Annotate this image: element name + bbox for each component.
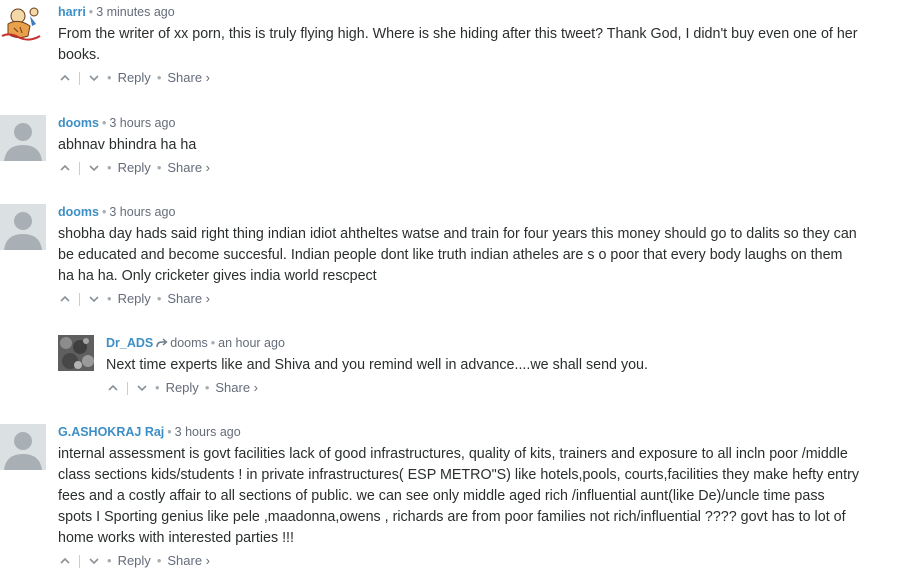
share-button[interactable]: Share ›: [167, 290, 210, 308]
comment-footer: • Reply • Share ›: [58, 290, 859, 308]
author-name[interactable]: Dr_ADS: [106, 336, 153, 350]
author-name[interactable]: dooms: [58, 205, 99, 219]
avatar[interactable]: [0, 2, 46, 48]
upvote-button[interactable]: [58, 71, 72, 85]
comment-header: dooms • 3 hours ago: [58, 114, 859, 132]
comment-footer: • Reply • Share ›: [58, 159, 859, 177]
meta-separator: •: [107, 160, 112, 175]
timestamp[interactable]: 3 hours ago: [109, 116, 175, 130]
reply-button[interactable]: Reply: [118, 290, 151, 308]
comment-footer: • Reply • Share ›: [58, 552, 859, 570]
author-name[interactable]: harri: [58, 5, 86, 19]
reply-button[interactable]: Reply: [118, 159, 151, 177]
avatar[interactable]: [0, 424, 46, 470]
meta-separator: •: [167, 425, 172, 439]
chevron-down-icon: [89, 296, 99, 303]
meta-separator: •: [107, 291, 112, 306]
timestamp[interactable]: 3 minutes ago: [96, 5, 175, 19]
timestamp[interactable]: an hour ago: [218, 336, 285, 350]
comment-header: G.ASHOKRAJ Raj • 3 hours ago: [58, 423, 859, 441]
vote-divider: [79, 161, 80, 175]
meta-separator: •: [156, 70, 162, 85]
default-user-icon: [0, 115, 46, 161]
downvote-button[interactable]: [87, 554, 101, 568]
default-user-icon: [0, 424, 46, 470]
reply-button[interactable]: Reply: [118, 552, 151, 570]
chevron-down-icon: [89, 75, 99, 82]
meta-separator: •: [107, 70, 112, 85]
meta-separator: •: [155, 380, 160, 395]
avatar[interactable]: [58, 335, 94, 371]
author-name[interactable]: dooms: [58, 116, 99, 130]
reply-to-author[interactable]: dooms: [170, 336, 208, 350]
meta-separator: •: [204, 380, 210, 395]
meta-separator: •: [156, 553, 162, 568]
chevron-up-icon: [60, 164, 70, 171]
chevron-down-icon: [137, 385, 147, 392]
chevron-up-icon: [60, 557, 70, 564]
upvote-button[interactable]: [58, 292, 72, 306]
meta-separator: •: [156, 160, 162, 175]
meta-separator: •: [101, 205, 107, 219]
share-button[interactable]: Share ›: [167, 159, 210, 177]
cartoon-avatar-icon: [0, 2, 46, 48]
chevron-up-icon: [60, 74, 70, 81]
timestamp[interactable]: 3 hours ago: [175, 425, 241, 439]
upvote-button[interactable]: [58, 554, 72, 568]
vote-divider: [79, 554, 80, 568]
comment-text: Next time experts like and Shiva and you…: [106, 357, 648, 373]
photo-avatar-icon: [58, 335, 94, 371]
meta-separator: •: [210, 336, 216, 350]
comment-header: dooms • 3 hours ago: [58, 203, 859, 221]
author-name[interactable]: G.ASHOKRAJ Raj: [58, 425, 164, 439]
meta-separator: •: [156, 291, 162, 306]
share-button[interactable]: Share ›: [167, 552, 210, 570]
chevron-down-icon: [89, 558, 99, 565]
chevron-up-icon: [60, 295, 70, 302]
upvote-button[interactable]: [106, 381, 120, 395]
comment-text: abhnav bhindra ha ha: [58, 137, 197, 153]
comment-footer: • Reply • Share ›: [106, 379, 859, 397]
avatar[interactable]: [0, 115, 46, 161]
share-button[interactable]: Share ›: [167, 69, 210, 87]
meta-separator: •: [88, 5, 94, 19]
vote-divider: [79, 292, 80, 306]
comment-text: From the writer of xx porn, this is trul…: [58, 26, 858, 63]
avatar[interactable]: [0, 204, 46, 250]
chevron-up-icon: [108, 384, 118, 391]
downvote-button[interactable]: [87, 71, 101, 85]
default-user-icon: [0, 204, 46, 250]
meta-separator: •: [107, 553, 112, 568]
vote-divider: [79, 71, 80, 85]
comment-footer: • Reply • Share ›: [58, 69, 859, 87]
downvote-button[interactable]: [87, 161, 101, 175]
vote-divider: [127, 381, 128, 395]
comment-text: internal assessment is govt facilities l…: [58, 446, 859, 546]
share-button[interactable]: Share ›: [215, 379, 258, 397]
meta-separator: •: [101, 116, 107, 130]
reply-button[interactable]: Reply: [118, 69, 151, 87]
reply-arrow-icon: [156, 336, 168, 350]
upvote-button[interactable]: [58, 161, 72, 175]
downvote-button[interactable]: [87, 292, 101, 306]
downvote-button[interactable]: [135, 381, 149, 395]
comment-text: shobha day hads said right thing indian …: [58, 226, 857, 284]
chevron-down-icon: [89, 165, 99, 172]
reply-button[interactable]: Reply: [166, 379, 199, 397]
comment-header: harri • 3 minutes ago: [58, 3, 859, 21]
comment-header: Dr_ADS dooms • an hour ago: [106, 334, 859, 352]
timestamp[interactable]: 3 hours ago: [109, 205, 175, 219]
